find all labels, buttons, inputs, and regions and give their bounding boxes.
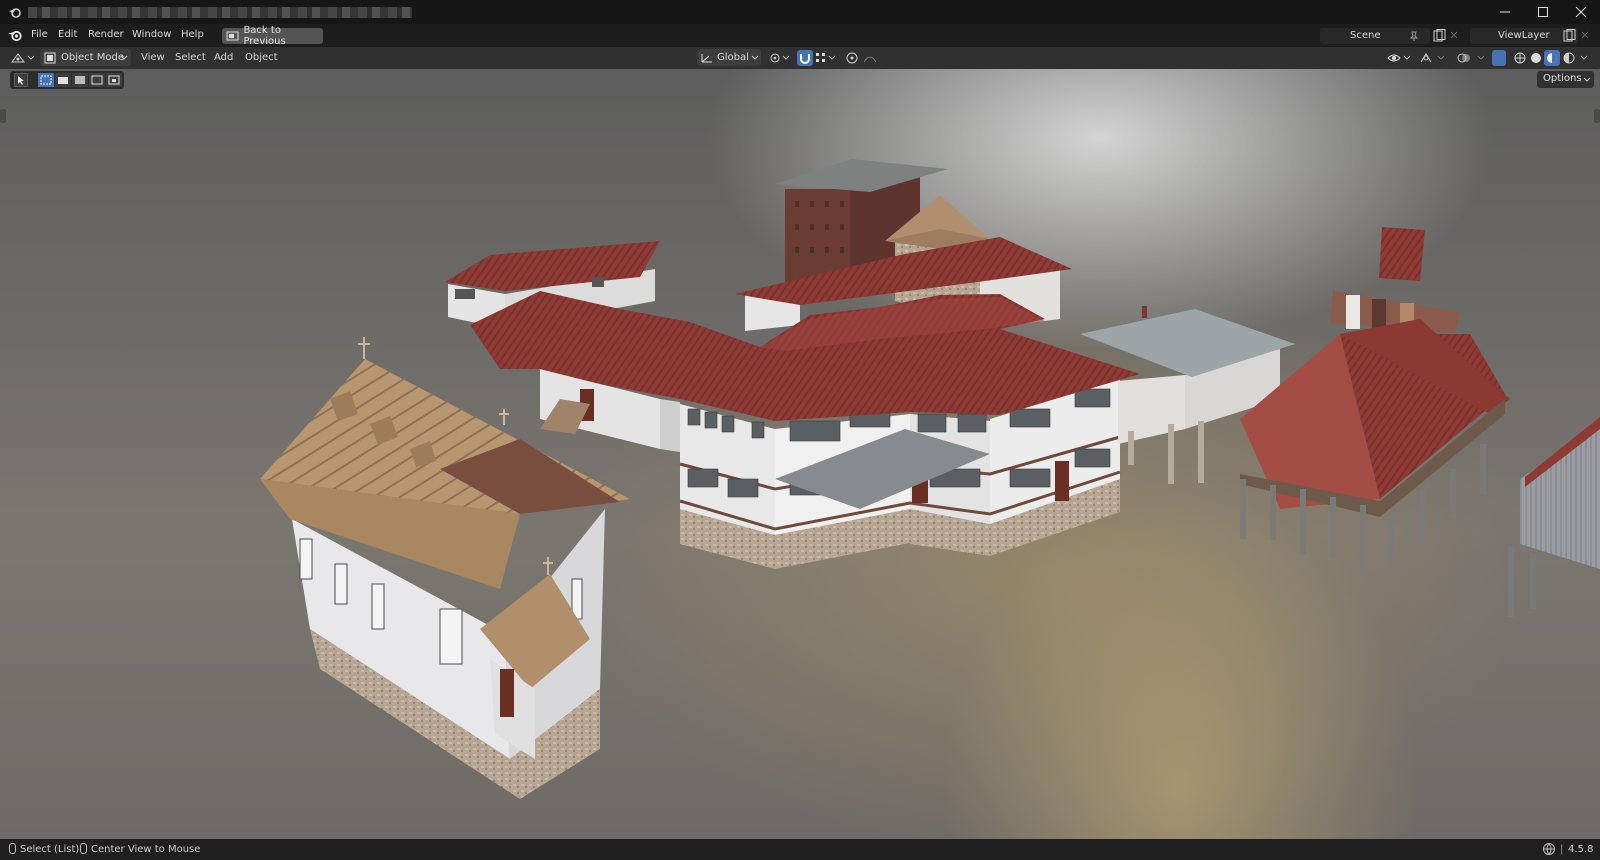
pivot-point-icon[interactable] bbox=[768, 50, 792, 66]
chevron-down-icon bbox=[1583, 77, 1591, 82]
toolbar-expand-arrow[interactable] bbox=[0, 109, 6, 123]
3d-viewport[interactable]: Options bbox=[0, 69, 1600, 839]
magnet-icon bbox=[800, 54, 810, 64]
object-mode-dropdown[interactable]: Object Mode bbox=[40, 49, 131, 66]
editor-type-icon[interactable] bbox=[10, 50, 36, 66]
snap-toggle-button[interactable] bbox=[797, 50, 813, 66]
new-view-layer-icon[interactable] bbox=[1562, 29, 1596, 43]
menu-window[interactable]: Window bbox=[132, 29, 171, 40]
view-layer-name: ViewLayer bbox=[1498, 30, 1550, 41]
wireframe-shading-icon[interactable] bbox=[1512, 50, 1528, 66]
maximize-icon[interactable] bbox=[1524, 0, 1562, 24]
scene-selector[interactable]: Scene bbox=[1320, 28, 1430, 44]
close-icon[interactable] bbox=[1562, 0, 1600, 24]
solid-shading-icon[interactable] bbox=[1528, 50, 1544, 66]
chevron-down-icon bbox=[120, 55, 128, 60]
pin-icon[interactable] bbox=[1408, 30, 1420, 42]
blender-app-icon bbox=[9, 8, 21, 18]
sidebar-expand-arrow[interactable] bbox=[1594, 109, 1600, 123]
window-controls bbox=[1486, 0, 1600, 24]
viewport-scene[interactable] bbox=[0, 69, 1600, 839]
transform-orientation-dropdown[interactable]: Global bbox=[697, 49, 761, 66]
status-separator: | bbox=[1560, 844, 1564, 855]
menu-help[interactable]: Help bbox=[181, 29, 204, 40]
window-title-text bbox=[28, 7, 412, 18]
object-mode-icon bbox=[44, 52, 56, 64]
fullscreen-exit-icon bbox=[226, 31, 239, 41]
back-to-previous-label: Back to Previous bbox=[243, 25, 286, 47]
back-to-previous-button[interactable]: Back to Previous bbox=[222, 25, 323, 47]
red-barn-on-stilts[interactable] bbox=[1240, 319, 1510, 575]
mouse-middle-icon bbox=[80, 843, 87, 854]
header-menu-view[interactable]: View bbox=[141, 52, 165, 63]
blender-version: 4.5.8 bbox=[1568, 844, 1594, 855]
select-cursor-icon[interactable] bbox=[14, 73, 28, 87]
minimize-icon[interactable] bbox=[1486, 0, 1524, 24]
floating-texture-tiles[interactable] bbox=[1330, 227, 1460, 333]
header-menu-select[interactable]: Select bbox=[175, 52, 206, 63]
material-preview-shading-button[interactable] bbox=[1544, 50, 1560, 66]
xray-toggle-button[interactable] bbox=[1492, 50, 1506, 66]
options-label: Options bbox=[1543, 73, 1582, 84]
header-menu-add[interactable]: Add bbox=[214, 52, 233, 63]
blender-logo-icon[interactable] bbox=[7, 27, 23, 43]
options-dropdown[interactable]: Options bbox=[1537, 71, 1594, 88]
menu-file[interactable]: File bbox=[31, 29, 48, 40]
material-shading-icon bbox=[1547, 53, 1557, 63]
status-bar: Select (List) Center View to Mouse | 4.5… bbox=[0, 839, 1600, 860]
chevron-down-icon bbox=[751, 55, 759, 60]
window-titlebar bbox=[0, 0, 1600, 24]
center-view-hint: Center View to Mouse bbox=[91, 844, 201, 855]
selection-mode-buttons[interactable] bbox=[38, 73, 122, 87]
menu-render[interactable]: Render bbox=[88, 29, 124, 40]
steel-shed-edge[interactable] bbox=[1508, 417, 1600, 617]
object-mode-label: Object Mode bbox=[61, 52, 124, 63]
visibility-icon[interactable] bbox=[1386, 50, 1412, 66]
mouse-left-icon bbox=[9, 843, 16, 854]
menu-edit[interactable]: Edit bbox=[58, 29, 77, 40]
proportional-editing-icon[interactable] bbox=[844, 50, 884, 66]
gizmo-icon[interactable] bbox=[1418, 50, 1452, 66]
overlays-icon[interactable] bbox=[1456, 50, 1492, 66]
network-globe-icon[interactable] bbox=[1542, 842, 1558, 857]
orientation-label: Global bbox=[717, 52, 749, 63]
orientation-axes-icon bbox=[701, 54, 712, 63]
new-scene-icon[interactable] bbox=[1432, 29, 1462, 43]
snap-target-icon[interactable] bbox=[814, 50, 838, 66]
selection-mode-toolbar bbox=[10, 71, 124, 89]
main-lodge-building[interactable] bbox=[470, 291, 1140, 569]
rendered-shading-icon[interactable] bbox=[1561, 50, 1593, 66]
select-hint: Select (List) bbox=[20, 844, 80, 855]
header-menu-object[interactable]: Object bbox=[245, 52, 278, 63]
scene-name: Scene bbox=[1350, 30, 1381, 41]
